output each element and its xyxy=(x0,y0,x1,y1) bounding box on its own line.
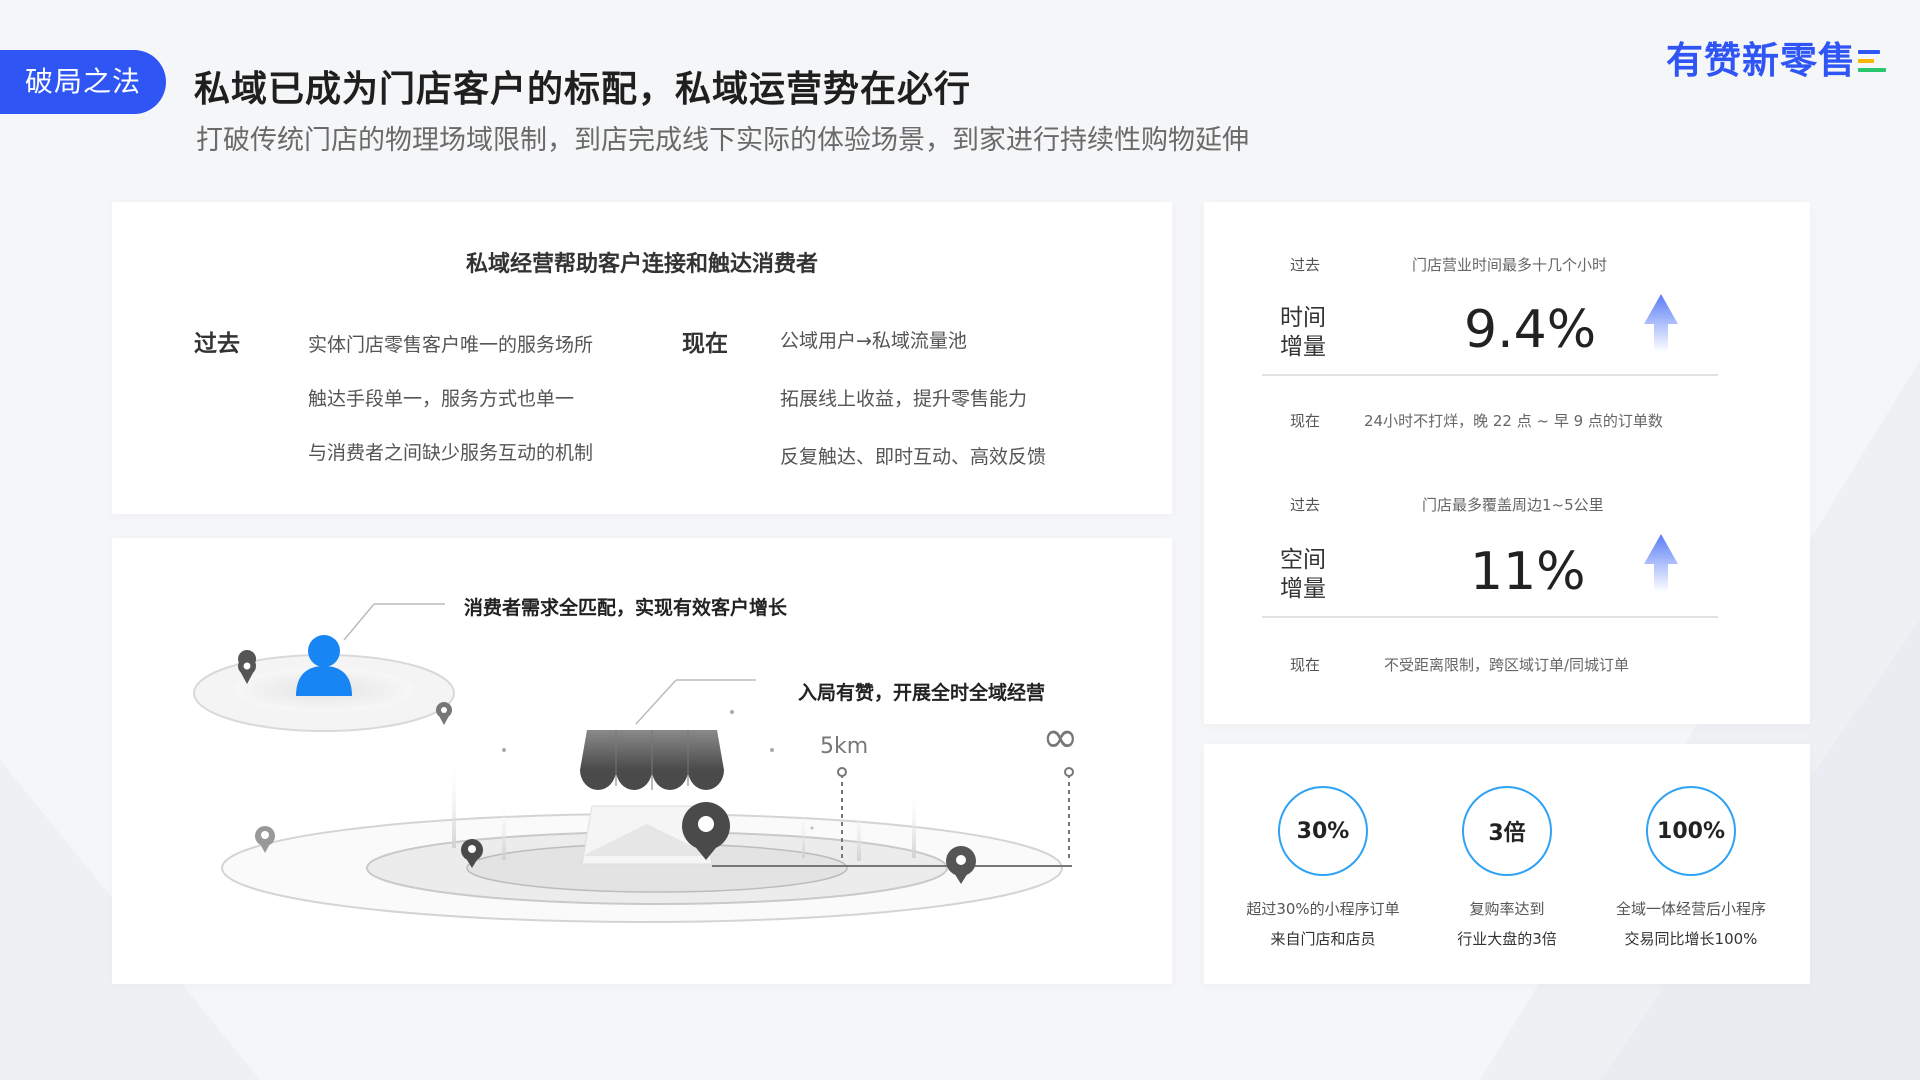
metric-now-text: 24小时不打烊，晚 22 点 ~ 早 9 点的订单数 xyxy=(1364,412,1663,430)
metric-now-tag: 现在 xyxy=(1290,656,1321,674)
past-item: 触达手段单一，服务方式也单一 xyxy=(308,388,575,410)
brand-logo: 有赞新零售 xyxy=(1666,30,1886,84)
stat-item: 30% 超过30%的小程序订单 来自门店和店员 xyxy=(1228,786,1418,949)
stat-value: 100% xyxy=(1646,786,1736,876)
map-card: 消费者需求全匹配，实现有效客户增长 入局有赞，开展全时全域经营 5km ∞ xyxy=(112,538,1172,984)
connect-card: 私域经营帮助客户连接和触达消费者 过去 实体门店零售客户唯一的服务场所 触达手段… xyxy=(112,202,1172,514)
brand-bars-icon xyxy=(1858,50,1886,72)
metric-name: 空间增量 xyxy=(1280,547,1326,602)
metric-past-tag: 过去 xyxy=(1290,256,1321,274)
metric-past-text: 门店最多覆盖周边1~5公里 xyxy=(1422,496,1604,514)
stat-value: 30% xyxy=(1278,786,1368,876)
stat-desc-line1: 全域一体经营后小程序 xyxy=(1615,900,1766,918)
arrow-up-icon xyxy=(1644,534,1678,592)
past-label: 过去 xyxy=(194,331,240,357)
metric-value: 11% xyxy=(1470,542,1586,602)
page-subtitle: 打破传统门店的物理场域限制，到店完成线下实际的体验场景，到家进行持续性购物延伸 xyxy=(196,125,1249,156)
stat-value: 3倍 xyxy=(1462,786,1552,876)
metric-divider xyxy=(1262,616,1718,618)
stat-desc-line1: 超过30%的小程序订单 xyxy=(1246,900,1400,918)
connect-heading: 私域经营帮助客户连接和触达消费者 xyxy=(465,252,818,277)
metric-now-tag: 现在 xyxy=(1290,412,1321,430)
now-item: 公域用户→私域流量池 xyxy=(780,330,967,352)
now-label: 现在 xyxy=(682,331,728,357)
past-item: 实体门店零售客户唯一的服务场所 xyxy=(308,334,594,356)
stat-desc-line2: 交易同比增长100% xyxy=(1624,930,1758,948)
now-item: 反复触达、即时互动、高效反馈 xyxy=(780,446,1047,468)
stat-item: 3倍 复购率达到 行业大盘的3倍 xyxy=(1412,786,1602,949)
metric-now-text: 不受距离限制，跨区域订单/同城订单 xyxy=(1384,656,1630,674)
metric-divider xyxy=(1262,374,1718,376)
section-tag: 破局之法 xyxy=(0,50,166,114)
past-item: 与消费者之间缺少服务互动的机制 xyxy=(308,442,594,464)
stat-item: 100% 全域一体经营后小程序 交易同比增长100% xyxy=(1596,786,1786,949)
stat-desc-line1: 复购率达到 xyxy=(1469,900,1545,918)
map-pin-icon xyxy=(436,702,452,725)
metric-past-text: 门店营业时间最多十几个小时 xyxy=(1412,256,1608,274)
stats-card: 30% 超过30%的小程序订单 来自门店和店员 3倍 复购率达到 行业大盘的3倍… xyxy=(1204,744,1810,984)
distance-marker-infinity xyxy=(1064,767,1074,860)
metric-past-tag: 过去 xyxy=(1290,496,1321,514)
metrics-card: 过去 门店营业时间最多十几个小时 时间增量 9.4% 现在 24小时不打烊，晚 … xyxy=(1204,202,1810,724)
store-label: 入局有赞，开展全时全域经营 xyxy=(798,682,1046,704)
infinity-label: ∞ xyxy=(1042,712,1079,763)
metric-name: 时间增量 xyxy=(1280,305,1326,360)
stat-desc-line2: 来自门店和店员 xyxy=(1270,930,1376,948)
brand-name: 有赞新零售 xyxy=(1666,39,1856,82)
arrow-up-icon xyxy=(1644,294,1678,352)
page-title: 私域已成为门店客户的标配，私域运营势在必行 xyxy=(194,69,972,110)
consumer-label: 消费者需求全匹配，实现有效客户增长 xyxy=(464,597,788,619)
distance-label: 5km xyxy=(820,734,869,759)
now-item: 拓展线上收益，提升零售能力 xyxy=(780,388,1028,410)
metric-value: 9.4% xyxy=(1464,300,1597,360)
stat-desc-line2: 行业大盘的3倍 xyxy=(1457,930,1557,948)
